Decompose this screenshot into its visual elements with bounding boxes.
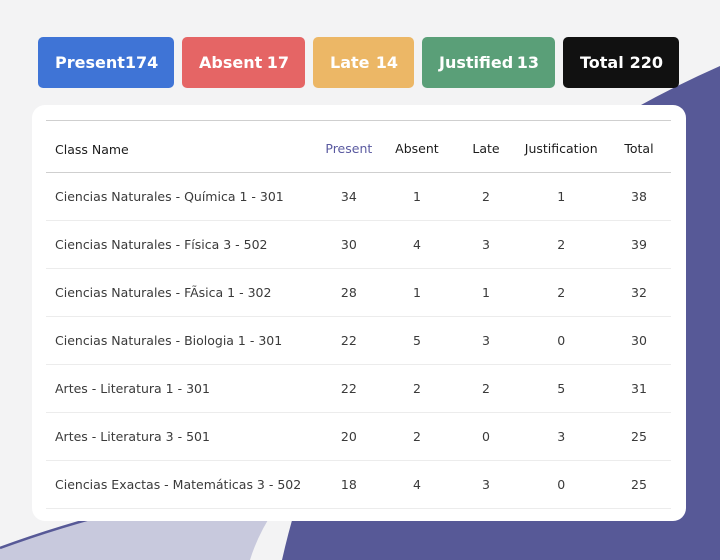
cell-absent: 5 <box>377 316 457 365</box>
cell-total: 32 <box>606 268 671 317</box>
header-total[interactable]: Total <box>606 120 671 173</box>
attendance-table-card: Class Name Present Absent Late Justifica… <box>32 105 686 521</box>
late-summary-card[interactable]: Late 14 <box>313 37 414 88</box>
cell-absent: 2 <box>377 364 457 413</box>
header-present[interactable]: Present <box>320 120 378 173</box>
cell-class-name: Ciencias Naturales - Biologia 1 - 301 <box>46 316 321 365</box>
absent-summary-value: 17 <box>266 53 289 72</box>
header-class-name[interactable]: Class Name <box>46 120 321 173</box>
cell-total: 31 <box>606 364 671 413</box>
cell-justification: 0 <box>515 460 607 509</box>
cell-late: 0 <box>456 412 516 461</box>
cell-justification: 2 <box>515 220 607 269</box>
table-row[interactable]: Ciencias Naturales - Química 1 - 301 34 1 2… <box>46 172 671 221</box>
cell-present: 30 <box>320 220 378 269</box>
cell-justification: 1 <box>515 172 607 221</box>
table-row[interactable]: Ciencias Naturales - Biologia 1 - 301 22 5… <box>46 316 671 365</box>
table-body: Ciencias Naturales - Química 1 - 301 34 1 2… <box>46 172 671 509</box>
cell-late: 3 <box>456 460 516 509</box>
cell-present: 22 <box>320 316 378 365</box>
table-header: Class Name Present Absent Late Justifica… <box>46 120 671 173</box>
cell-class-name: Ciencias Naturales - Física 3 - 502 <box>46 220 321 269</box>
cell-class-name: Artes - Literatura 1 - 301 <box>46 364 321 413</box>
late-summary-label: Late <box>330 53 370 72</box>
cell-justification: 3 <box>515 412 607 461</box>
total-summary-label: Total <box>580 53 624 72</box>
cell-total: 30 <box>606 316 671 365</box>
justified-summary-label: Justified <box>439 53 514 72</box>
cell-total: 25 <box>606 460 671 509</box>
attendance-table: Class Name Present Absent Late Justifica… <box>46 120 671 509</box>
cell-absent: 1 <box>377 268 457 317</box>
cell-absent: 1 <box>377 172 457 221</box>
cell-absent: 2 <box>377 412 457 461</box>
cell-present: 18 <box>320 460 378 509</box>
cell-late: 3 <box>456 220 516 269</box>
cell-class-name: Ciencias Exactas - Matemáticas 3 - 502 <box>46 460 321 509</box>
cell-absent: 4 <box>377 460 457 509</box>
cell-justification: 0 <box>515 316 607 365</box>
header-justification[interactable]: Justification <box>515 120 607 173</box>
header-absent[interactable]: Absent <box>377 120 457 173</box>
cell-class-name: Artes - Literatura 3 - 501 <box>46 412 321 461</box>
cell-present: 22 <box>320 364 378 413</box>
justified-summary-value: 13 <box>516 53 539 72</box>
cell-absent: 4 <box>377 220 457 269</box>
total-summary-card[interactable]: Total 220 <box>563 37 679 88</box>
cell-late: 1 <box>456 268 516 317</box>
table-row[interactable]: Ciencias Naturales - FÃsica 1 - 302 28 1 1 2… <box>46 268 671 317</box>
cell-late: 2 <box>456 364 516 413</box>
cell-total: 38 <box>606 172 671 221</box>
present-summary-label: Present <box>55 53 125 72</box>
absent-summary-card[interactable]: Absent 17 <box>182 37 305 88</box>
cell-justification: 2 <box>515 268 607 317</box>
cell-late: 2 <box>456 172 516 221</box>
late-summary-value: 14 <box>375 53 398 72</box>
absent-summary-label: Absent <box>199 53 263 72</box>
cell-total: 25 <box>606 412 671 461</box>
cell-present: 34 <box>320 172 378 221</box>
table-row[interactable]: Ciencias Naturales - Física 3 - 502 30 4 3 2… <box>46 220 671 269</box>
cell-present: 20 <box>320 412 378 461</box>
table-header-row: Class Name Present Absent Late Justifica… <box>46 120 671 173</box>
present-summary-value: 174 <box>124 53 159 72</box>
justified-summary-card[interactable]: Justified 13 <box>422 37 555 88</box>
table-row[interactable]: Artes - Literatura 3 - 501 20 2 0 3 25 <box>46 412 671 461</box>
present-summary-card[interactable]: Present 174 <box>38 37 174 88</box>
cell-late: 3 <box>456 316 516 365</box>
cell-class-name: Ciencias Naturales - Química 1 - 301 <box>46 172 321 221</box>
table-row[interactable]: Ciencias Exactas - Matemáticas 3 - 502 18… <box>46 460 671 509</box>
cell-justification: 5 <box>515 364 607 413</box>
cell-class-name: Ciencias Naturales - FÃsica 1 - 302 <box>46 268 321 317</box>
cell-total: 39 <box>606 220 671 269</box>
cell-present: 28 <box>320 268 378 317</box>
header-late[interactable]: Late <box>456 120 516 173</box>
total-summary-value: 220 <box>629 53 663 72</box>
table-row[interactable]: Artes - Literatura 1 - 301 22 2 2 5 31 <box>46 364 671 413</box>
